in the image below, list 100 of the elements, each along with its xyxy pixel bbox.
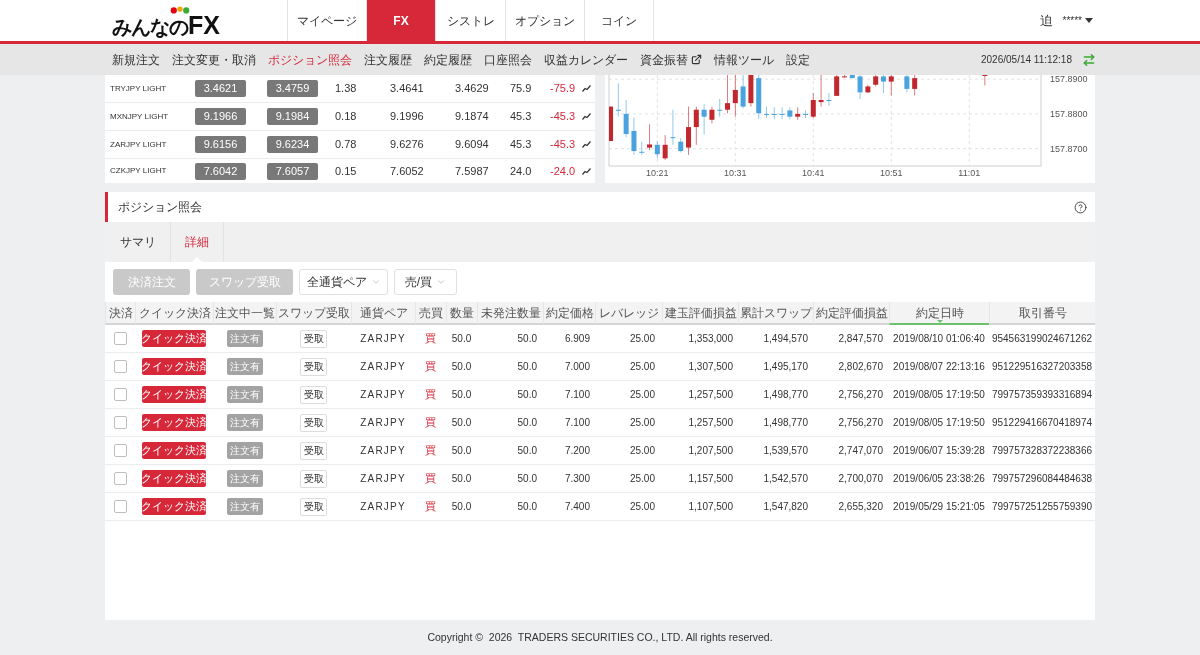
filter-dropdown[interactable]: 売/買 xyxy=(394,269,457,295)
swap-receive-button[interactable]: 受取 xyxy=(300,385,327,404)
logo-text: みんなのFX xyxy=(112,13,220,36)
row-checkbox[interactable] xyxy=(113,444,127,457)
axis-label: 11:01 xyxy=(958,168,981,178)
user-name: 迫 xyxy=(1039,11,1053,30)
price-button[interactable]: 9.6156 xyxy=(195,136,246,153)
table-cell-text: 50.0 xyxy=(517,360,537,374)
quick-settle-button[interactable]: クイック決済 xyxy=(142,358,206,375)
rate-value: 0.15 xyxy=(335,163,357,179)
axis-label: 157.8700 xyxy=(1050,143,1088,154)
table-cell-text: ZARJPY xyxy=(360,472,406,486)
column-header[interactable]: 未発注数量 xyxy=(477,302,543,325)
swap-receive-button[interactable]: 受取 xyxy=(300,413,327,432)
quick-settle-button[interactable]: クイック決済 xyxy=(142,470,206,487)
row-checkbox[interactable] xyxy=(113,332,127,345)
subnav-link[interactable]: 口座照会 xyxy=(484,50,532,69)
trend-chart-icon[interactable] xyxy=(582,141,591,148)
table-cell-text: 951229516327203358 xyxy=(991,360,1093,374)
price-button[interactable]: 9.1966 xyxy=(195,108,246,125)
subnav-link[interactable]: 設定 xyxy=(786,50,810,69)
candlestick xyxy=(662,134,668,161)
price-button[interactable]: 3.4621 xyxy=(195,80,246,97)
price-button[interactable]: 7.6057 xyxy=(267,162,318,180)
account-menu[interactable]: ***** xyxy=(1062,13,1093,28)
table-cell-text: 50.0 xyxy=(451,332,472,346)
row-checkbox[interactable] xyxy=(113,388,127,401)
table-cell-text: 7.000 xyxy=(564,360,590,374)
candlestick xyxy=(818,75,824,108)
quick-settle-button[interactable]: クイック決済 xyxy=(142,442,206,459)
row-checkbox[interactable] xyxy=(113,472,127,485)
help-icon[interactable] xyxy=(1074,200,1087,214)
swap-receive-button[interactable]: 受取 xyxy=(300,497,327,516)
candlestick xyxy=(647,123,652,151)
table-cell-text: 買 xyxy=(425,471,436,487)
table-cell-text: 2,756,270 xyxy=(838,416,883,430)
candlestick xyxy=(670,109,676,146)
axis-label: 157.8800 xyxy=(1050,108,1088,119)
price-button[interactable]: 7.6042 xyxy=(195,162,246,180)
column-header[interactable]: 約定価格 xyxy=(543,302,595,325)
swap-receive-button[interactable]: 受取 xyxy=(300,357,327,376)
row-checkbox[interactable] xyxy=(113,416,127,429)
price-button[interactable]: 3.4759 xyxy=(267,80,318,97)
row-checkbox[interactable] xyxy=(113,360,127,373)
table-cell-text: 50.0 xyxy=(451,388,472,402)
subnav-link[interactable]: 約定履歴 xyxy=(424,50,472,69)
candlestick xyxy=(678,137,684,153)
column-header[interactable]: 建玉評価損益 xyxy=(662,302,738,325)
view-tab[interactable]: 詳細 xyxy=(171,222,224,262)
subnav-link[interactable]: 収益カレンダー xyxy=(544,50,628,69)
swap-receive-button[interactable]: 受取 xyxy=(300,329,327,348)
subnav-link[interactable]: 注文変更・取消 xyxy=(172,50,256,69)
column-header[interactable]: 取引番号 xyxy=(989,302,1095,325)
quick-settle-button[interactable]: クイック決済 xyxy=(142,414,206,431)
currency-pair-name: TRYJPY LIGHT xyxy=(110,82,167,95)
table-cell-text: 6.909 xyxy=(564,332,590,346)
swap-receive-button[interactable]: 受取 xyxy=(300,469,327,488)
quick-settle-button[interactable]: クイック決済 xyxy=(142,386,206,403)
column-header[interactable]: 約定日時 xyxy=(889,302,989,325)
quick-settle-button[interactable]: クイック決済 xyxy=(142,330,206,347)
logo-dots-icon xyxy=(170,5,190,14)
trend-chart-icon[interactable] xyxy=(582,167,591,175)
subnav-link[interactable]: 資金振替 xyxy=(640,50,702,69)
price-button[interactable]: 9.6234 xyxy=(267,136,318,153)
table-cell-text: 50.0 xyxy=(517,388,537,402)
rate-value: -45.3 xyxy=(550,137,576,153)
quick-settle-button[interactable]: クイック決済 xyxy=(142,498,206,515)
swap-arrows-icon[interactable] xyxy=(1082,52,1096,67)
rate-value: 3.4629 xyxy=(455,81,489,97)
column-header[interactable]: スワップ受取 xyxy=(276,302,351,325)
table-cell-text: 2019/06/05 23:38:26 xyxy=(893,472,985,486)
swap-receive-button[interactable]: 受取 xyxy=(300,441,327,460)
table-cell-text: 買 xyxy=(425,387,436,403)
column-header[interactable]: 売買 xyxy=(415,302,446,325)
filter-dropdown[interactable]: 全通貨ペア xyxy=(299,269,388,295)
table-cell-text: 1,257,500 xyxy=(688,416,733,430)
column-header[interactable]: レバレッジ xyxy=(595,302,662,325)
column-header[interactable]: 数量 xyxy=(446,302,477,325)
column-header[interactable]: 通貨ペア xyxy=(351,302,415,325)
subnav-link[interactable]: 情報ツール xyxy=(714,50,774,69)
row-checkbox[interactable] xyxy=(113,500,127,513)
subnav-link[interactable]: ポジション照会 xyxy=(268,50,352,69)
trend-chart-icon[interactable] xyxy=(582,113,591,120)
subnav-link[interactable]: 新規注文 xyxy=(112,50,160,69)
table-cell-text: 7.100 xyxy=(564,388,590,402)
table-cell-text: 1,539,570 xyxy=(763,444,808,458)
column-header[interactable]: 約定評価損益 xyxy=(813,302,889,325)
nav-tab[interactable]: FX xyxy=(366,0,435,41)
view-tab[interactable]: サマリ xyxy=(105,222,171,262)
column-header[interactable]: クイック決済 xyxy=(135,302,213,325)
column-header[interactable]: 決済 xyxy=(105,302,135,325)
column-header[interactable]: 累計スワップ xyxy=(738,302,813,325)
trend-chart-icon[interactable] xyxy=(582,85,591,92)
candlestick xyxy=(826,92,832,107)
table-cell-text: 2,847,570 xyxy=(838,332,883,346)
price-button[interactable]: 9.1984 xyxy=(267,108,318,125)
column-header[interactable]: 注文中一覧 xyxy=(213,302,276,325)
candlestick xyxy=(779,106,785,120)
subnav-link[interactable]: 注文履歴 xyxy=(364,50,412,69)
table-cell-text: 買 xyxy=(425,359,436,375)
